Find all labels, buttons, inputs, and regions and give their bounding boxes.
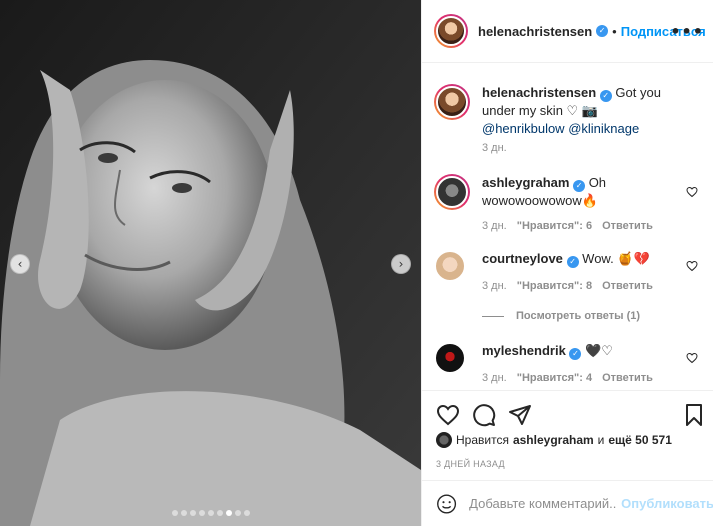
like-comment-heart-icon[interactable] [686,186,698,198]
comment-input[interactable] [469,496,618,511]
commenter-avatar[interactable] [434,174,470,210]
author-username[interactable]: helenachristensen [478,24,592,39]
carousel-dot [225,510,232,516]
chevron-left-icon: ‹ [17,257,23,271]
chevron-right-icon: › [398,257,404,271]
likes-middle: и [597,433,605,447]
caption-row: helenachristensen ✓ Got you under my ski… [434,84,706,164]
more-options-icon[interactable]: ••• [670,22,704,41]
carousel-dot [198,510,205,516]
commenter-avatar[interactable] [434,342,466,374]
portrait-image [0,0,421,526]
likes-summary: Нравится ashleygraham и ещё 50 571 [436,432,672,448]
reply-button[interactable]: Ответить [602,372,653,384]
verified-badge-icon: ✓ [599,90,612,102]
verified-badge-icon: ✓ [569,348,582,360]
comment-time: 3 дн. [482,372,507,384]
view-replies-label: Посмотреть ответы (1) [516,310,641,322]
commenter-avatar[interactable] [434,250,466,282]
like-heart-icon[interactable] [436,403,460,427]
comment-time: 3 дн. [482,220,507,232]
caption-body: helenachristensen ✓ Got you under my ski… [482,84,682,138]
comment-row: myleshendrik ✓ 🖤♡ 3 дн. "Нравится": 4 От… [434,342,706,390]
comment-body: ashleygraham ✓ Oh wowowoowowow🔥 [482,174,682,210]
comment-row: courtneylove ✓ Wow. 🍯💔 3 дн. "Нравится":… [434,250,706,310]
carousel-dot [189,510,196,516]
comment-body: myleshendrik ✓ 🖤♡ [482,342,682,360]
author-avatar[interactable] [434,14,468,48]
emoji-icon[interactable] [436,492,457,516]
comment-username[interactable]: ashleygraham [482,175,569,190]
like-comment-heart-icon[interactable] [686,260,698,272]
carousel-dots [0,510,421,516]
caption-username[interactable]: helenachristensen [482,85,596,100]
caption-avatar[interactable] [434,84,470,120]
publish-button[interactable]: Опубликовать [621,496,713,511]
likes-prefix: Нравится [456,433,509,447]
comment-likes[interactable]: "Нравится": 8 [517,280,592,292]
carousel-next-button[interactable]: › [391,254,411,274]
verified-badge-icon: ✓ [573,180,586,192]
comment-time: 3 дн. [482,280,507,292]
likes-count[interactable]: ещё 50 571 [608,433,672,447]
share-send-icon[interactable] [508,403,532,427]
liker-avatar[interactable] [436,432,452,448]
liker-username[interactable]: ashleygraham [513,433,594,447]
comment-row: ashleygraham ✓ Oh wowowoowowow🔥 3 дн. "Н… [434,174,706,234]
replies-divider [482,315,504,317]
comment-text: 🖤♡ [585,343,613,358]
comment-likes[interactable]: "Нравится": 4 [517,372,592,384]
comments-list: helenachristensen ✓ Got you under my ski… [422,64,713,390]
separator: • [612,23,617,39]
post-header: helenachristensen ✓ • Подписаться ••• [422,0,713,63]
carousel-prev-button[interactable]: ‹ [10,254,30,274]
reply-button[interactable]: Ответить [602,220,653,232]
carousel-dot [171,510,178,516]
comment-bubble-icon[interactable] [472,403,496,427]
carousel-dot [207,510,214,516]
post-side-panel: helenachristensen ✓ • Подписаться ••• he… [421,0,713,526]
view-replies-button[interactable]: Посмотреть ответы (1) [482,310,640,322]
save-bookmark-icon[interactable] [682,403,706,427]
carousel-dot [243,510,250,516]
comment-text: Wow. 🍯💔 [582,251,650,266]
like-comment-heart-icon[interactable] [686,352,698,364]
mention-link[interactable]: @henrikbulow [482,121,565,136]
carousel-dot [216,510,223,516]
caption-time: 3 дн. [482,142,507,154]
comment-username[interactable]: myleshendrik [482,343,566,358]
comment-likes[interactable]: "Нравится": 6 [517,220,592,232]
post-actions: Нравится ashleygraham и ещё 50 571 3 ДНЕ… [422,390,713,480]
verified-badge-icon: ✓ [566,256,579,268]
add-comment-bar: Опубликовать [422,480,713,526]
verified-badge-icon: ✓ [596,25,609,37]
comment-body: courtneylove ✓ Wow. 🍯💔 [482,250,682,268]
post-date: 3 ДНЕЙ НАЗАД [436,459,505,469]
mention-link[interactable]: @kliniknage [568,121,639,136]
carousel-dot [234,510,241,516]
reply-button[interactable]: Ответить [602,280,653,292]
post-photo[interactable]: ‹ › [0,0,421,526]
carousel-dot [180,510,187,516]
comment-username[interactable]: courtneylove [482,251,563,266]
